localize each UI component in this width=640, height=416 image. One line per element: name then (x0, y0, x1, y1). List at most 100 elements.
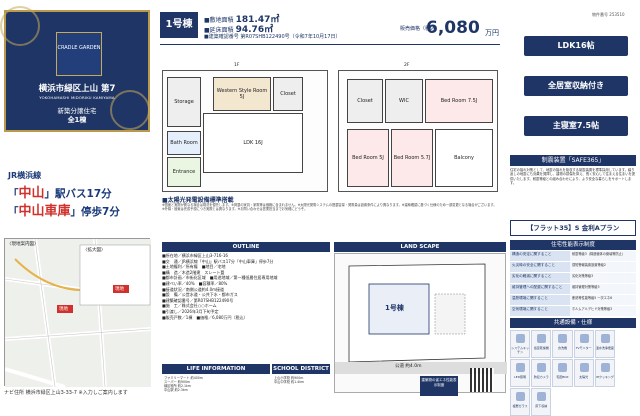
map-site-marker-2: 現地 (59, 307, 68, 312)
room-bath: Bath Room (167, 131, 201, 155)
map-graphic (4, 238, 152, 389)
perf-value: 感知警報装置設置等級2 (570, 262, 636, 272)
equipment-item: 宅配BOX (552, 359, 573, 387)
land-unit-label: 1号棟 (385, 304, 404, 312)
access-walk: 「中山車庫」停歩7分 (8, 204, 120, 219)
location-map: 〈現地案内図〉 〈拡大図〉 現地 現地 (4, 238, 152, 389)
bus-stop-name: 中山車庫 (18, 204, 71, 219)
outline-list: ■所在地／横浜市緑区上山3-716-16 ■交 通／JR横浜線「中山」駅バス17… (162, 253, 330, 361)
school-list: 上山小学校 約900m 中山中学校 約1.4km (274, 376, 330, 384)
price-value: 6,080 (426, 18, 480, 38)
room-wic: WIC (385, 79, 423, 123)
feature-master-bedroom: 主寝室7.5帖 (524, 116, 628, 136)
price-unit: 万円 (485, 29, 499, 37)
map-label-zoom: 〈拡大図〉 (83, 248, 106, 253)
equipment-item: TVモニター (573, 330, 594, 358)
room-bed-main: Bed Room 7.5J (425, 79, 493, 123)
perf-row: 劣化の軽減に関すること 劣化対策等級3 (510, 273, 636, 284)
room-closet-2f: Closet (347, 79, 383, 123)
perf-row: 温熱環境に関すること 断熱等性能等級5 一次エネ6 (510, 295, 636, 306)
left-panel: CRADLE GARDEN 横浜市緑区上山 第7 YOKOHAMASHI MID… (0, 0, 154, 400)
equipment-item: 床下収納 (531, 388, 552, 416)
perf-value: ホルムアルデヒド対策等級3 (570, 306, 636, 316)
perf-key: 劣化の軽減に関すること (510, 273, 570, 283)
equipment-item: 浴室乾燥機 (531, 330, 552, 358)
perf-row: 維持管理への配慮に関すること 維持管理対策等級3 (510, 284, 636, 295)
room-closet-1f: Closet (273, 77, 303, 111)
floor-1-label: 1F (234, 63, 240, 68)
perf-value: 耐震等級3（構造躯体の倒壊等防止） (570, 251, 636, 261)
map-site-marker: 現地 (115, 287, 124, 292)
perf-row: 火災時の安全に関すること 感知警報装置設置等級2 (510, 262, 636, 273)
perf-key: 空気環境に関すること (510, 306, 570, 316)
equipment-item: LED照明 (510, 359, 531, 387)
equipment-item: IHクッキング (594, 359, 615, 387)
floor-plan-2f: Bed Room 7.5J Bed Room 5J Bed Room 5.7J … (338, 70, 498, 192)
map-label: 〈現地案内図〉 (7, 242, 39, 247)
flat35-badge: 【フラット35】S 金利Aプラン (510, 220, 636, 236)
equipment-item: システムキッチン (510, 330, 531, 358)
qr-code-icon (470, 368, 494, 392)
room-storage: Storage (167, 77, 201, 127)
perf-row: 空気環境に関すること ホルムアルデヒド対策等級3 (510, 306, 636, 317)
unit-number: 1号棟 (160, 12, 198, 38)
site-count: 全1棟 (67, 116, 87, 124)
equipment-item: 複層ガラス (510, 388, 531, 416)
school-item: 中山中学校 約1.4km (274, 380, 305, 384)
building-confirmation: ■建築確認番号 第R07SHB122490号（令和7年10月17日） (204, 34, 341, 40)
perf-key: 温熱環境に関すること (510, 295, 570, 305)
brand-logo: CRADLE GARDEN (56, 32, 102, 76)
eco-label: 建築物の省エネ性能表示制度 (420, 376, 458, 396)
perf-key: 構造の安定に関すること (510, 251, 570, 261)
land-plan-graphic (335, 263, 507, 374)
site-tag: 新築分譲住宅 (57, 107, 97, 115)
equipment-item: 太陽光 (573, 359, 594, 387)
property-brand-card: CRADLE GARDEN 横浜市緑区上山 第7 YOKOHAMASHI MID… (0, 6, 150, 132)
equipment-item: 防犯カメラ (531, 359, 552, 387)
property-number: 物件番号 253510 (592, 12, 625, 17)
access-bus: 「中山」駅バス17分 (8, 186, 112, 201)
room-balcony: Balcony (435, 129, 493, 187)
plan-notes: ※図面と実際が異なる場合は現況を優先します。※掲載の家具・家電等は価格に含まれま… (162, 203, 497, 211)
life-info-heading: LIFE INFORMATION (162, 364, 270, 374)
room-ldk: LDK 16J (203, 113, 303, 173)
station-name: 中山 (18, 186, 45, 201)
header-divider (160, 44, 500, 45)
outline-row: ■販売戸数／1棟 ■価格／6,080万円（税込） (162, 314, 248, 320)
equipment-item: 食洗機 (552, 330, 573, 358)
perf-row: 構造の安定に関すること 耐震等級3（構造躯体の倒壊等防止） (510, 251, 636, 262)
life-item: 中山駅 約2.3km (164, 388, 188, 392)
access-bus-detail: 駅バス17分 (55, 188, 112, 200)
equipment-heading: 共通設備・仕様 (510, 318, 636, 328)
performance-heading: 住宅性能表示制度 (510, 240, 636, 250)
road-label: 公道 約4.0m (395, 364, 422, 369)
perf-value: 維持管理対策等級3 (570, 284, 636, 294)
perf-value: 劣化対策等級3 (570, 273, 636, 283)
outline-heading: OUTLINE (162, 242, 330, 252)
perf-key: 維持管理への配慮に関すること (510, 284, 570, 294)
room-bed-2: Bed Room 5J (347, 129, 389, 187)
room-western: Western Style Room 5J (213, 77, 271, 111)
equipment-item: 温水洗浄便座 (594, 330, 615, 358)
landscape-heading: LAND SCAPE (334, 242, 506, 252)
site-title: 横浜市緑区上山 第7 (38, 84, 116, 94)
gold-ornament (0, 6, 40, 46)
train-line: JR横浜線 (8, 171, 42, 180)
floor-2-label: 2F (404, 63, 410, 68)
room-entrance: Entrance (167, 157, 201, 187)
confirm-number: 第R07SHB122490号（令和7年10月17日） (240, 34, 341, 40)
access-walk-detail: 停歩7分 (81, 206, 120, 218)
confirm-label: 建築確認番号 (208, 34, 239, 40)
perf-value: 断熱等性能等級5 一次エネ6 (570, 295, 636, 305)
performance-table: 構造の安定に関すること 耐震等級3（構造躯体の倒壊等防止） 火災時の安全に関するこ… (510, 251, 636, 317)
life-info-list: ファミリーマート 約400m スーパー 約900m 緑区役所 約2.1km 中山… (164, 376, 268, 392)
feature-ldk: LDK16帖 (524, 36, 628, 56)
floor-plan-1f: Western Style Room 5J LDK 16J Bath Room … (162, 70, 328, 192)
equipment-grid: システムキッチン 浴室乾燥機 食洗機 TVモニター 温水洗浄便座 LED照明 防… (510, 330, 636, 416)
navi-address: ナビ住所 横浜市緑区上山3-33-7 ※入力しご案内します (4, 390, 128, 396)
perf-key: 火災時の安全に関すること (510, 262, 570, 272)
safe365-heading: 制震装置「SAFE365」 (510, 155, 636, 166)
school-heading: SCHOOL DISTRICT (272, 364, 330, 374)
site-subtitle: YOKOHAMASHI MIDORIKU KAMIYAMA (39, 95, 115, 100)
room-bed-3: Bed Room 5.7J (391, 129, 433, 187)
